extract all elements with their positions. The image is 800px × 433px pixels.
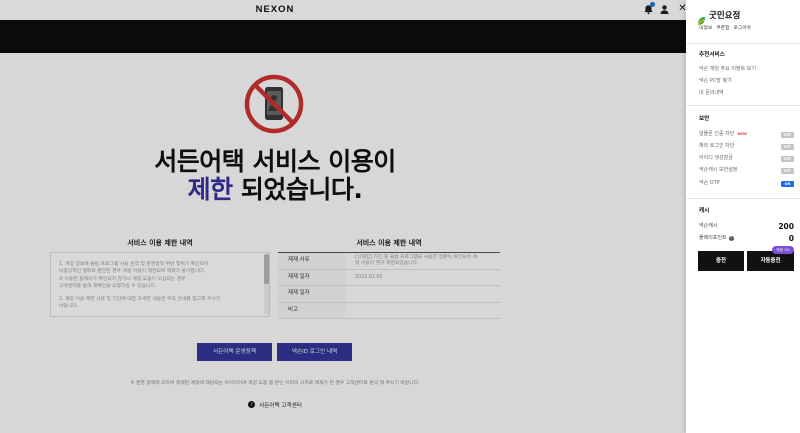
recommended-item-pc-bang[interactable]: 넥슨 PC방 찾기: [699, 78, 732, 85]
panel-divider: [686, 105, 800, 106]
security-title: 보안: [699, 116, 710, 122]
security-item-label: 알뜰폰 인증 차단: [699, 131, 735, 137]
profile-name: 굿민요정: [709, 11, 741, 21]
recommended-item-events[interactable]: 넥슨 게임 주요 이벤트 보기: [699, 66, 756, 73]
panel-divider: [686, 198, 800, 199]
cash-security-toggle[interactable]: OFF: [781, 167, 794, 174]
my-info-link[interactable]: 내정보: [699, 25, 712, 32]
profile-links: 내정보 쿠폰함 로그아웃: [699, 25, 751, 32]
id-lock-toggle[interactable]: OFF: [781, 155, 794, 162]
new-badge: NEW: [737, 132, 747, 136]
nexon-cash-label: 넥슨캐시: [699, 222, 717, 230]
user-side-panel: 굿민요정 내정보 쿠폰함 로그아웃 추천서비스 넥슨 게임 주요 이벤트 보기 …: [686, 0, 800, 433]
help-icon[interactable]: ?: [728, 235, 734, 241]
logout-link[interactable]: 로그아웃: [734, 25, 752, 32]
cash-title: 캐시: [699, 208, 710, 214]
panel-divider: [686, 43, 800, 44]
dim-overlay[interactable]: [0, 0, 800, 433]
otp-toggle[interactable]: ON: [781, 180, 794, 187]
security-item-overseas-login[interactable]: 해외 로그인 차단: [699, 143, 734, 150]
play-point-label: 플레이포인트?: [699, 234, 734, 242]
profile-logo-icon: [697, 11, 706, 26]
auto-charge-badge: 적립 1%: [772, 246, 794, 254]
security-item-otp[interactable]: 넥슨 OTP: [699, 180, 720, 187]
recommended-item-inquiries[interactable]: 내 문의내역: [699, 90, 724, 97]
play-point-value: 0: [788, 233, 794, 243]
nexon-cash-value: 200: [778, 221, 794, 231]
recommended-title: 추천서비스: [699, 52, 725, 58]
mvno-auth-toggle[interactable]: OFF: [781, 131, 794, 138]
charge-button[interactable]: 충전: [698, 251, 744, 271]
security-item-id-lock[interactable]: 아이디 생성잠금: [699, 155, 733, 162]
overseas-login-toggle[interactable]: OFF: [781, 143, 794, 150]
play-point-label-text: 플레이포인트: [699, 235, 727, 241]
nexon-cash-label-text: 넥슨캐시: [699, 223, 718, 229]
restriction-page: NEXON ✕ 서든어택 서비스 이용이 제한 되었습니다. 서비스 이용 제한…: [0, 0, 800, 433]
coupon-box-link[interactable]: 쿠폰함: [716, 25, 729, 32]
security-item-cash-security[interactable]: 넥슨캐시 보안설정: [699, 167, 737, 174]
auto-charge-button[interactable]: 자동충전: [747, 251, 794, 271]
security-item-mvno-auth[interactable]: 알뜰폰 인증 차단 NEW: [699, 131, 747, 138]
